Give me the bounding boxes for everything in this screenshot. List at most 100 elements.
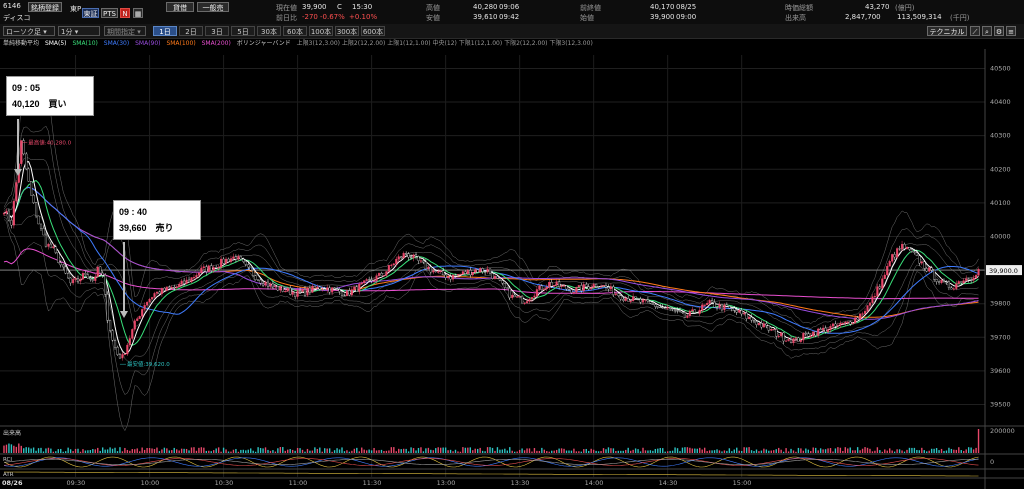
candle-body	[743, 312, 746, 315]
chart-icon[interactable]: ▦	[133, 8, 143, 18]
timeframe-600本[interactable]: 600本	[361, 26, 385, 36]
timeframe-1日[interactable]: 1日	[153, 26, 177, 36]
register-button[interactable]: 銘柄登録	[28, 2, 62, 12]
volume-bar	[309, 450, 311, 453]
candle-body	[871, 296, 874, 303]
timeframe-60本[interactable]: 60本	[283, 26, 307, 36]
candle-body	[582, 284, 585, 291]
period-select[interactable]: 期間指定 ▾	[104, 26, 146, 36]
volume-bar	[284, 450, 286, 453]
menu-icon[interactable]: ≡	[1006, 26, 1016, 36]
candle-body	[232, 256, 235, 259]
volume-bar	[50, 448, 52, 453]
volume-bar	[662, 448, 664, 453]
candle-body	[5, 210, 8, 214]
volume-bar	[797, 447, 800, 453]
timeframe-5日[interactable]: 5日	[231, 26, 255, 36]
candle-body	[496, 275, 499, 279]
volume-bar	[600, 451, 602, 453]
volume-bar	[15, 446, 18, 453]
candle-body	[824, 327, 827, 333]
candle-type-select[interactable]: ローソク足 ▾	[3, 26, 55, 36]
low-label: 安値	[426, 14, 440, 22]
candle-body	[938, 281, 941, 283]
volume-bar	[213, 450, 215, 453]
volume-bar	[427, 447, 430, 453]
settings-icon[interactable]: ⚙	[994, 26, 1004, 36]
candle-body	[306, 287, 309, 296]
timeframe-100本[interactable]: 100本	[309, 26, 333, 36]
candle-body	[2, 213, 6, 215]
mcap-unit: (億円)	[895, 4, 915, 12]
volume-bar	[452, 451, 454, 453]
timeframe-300本[interactable]: 300本	[335, 26, 359, 36]
candle-body	[481, 268, 484, 272]
margin-buy-button[interactable]: 貸借	[166, 2, 194, 12]
price-chart[interactable]: 4050040400403004020040100400003990039800…	[0, 49, 1024, 489]
candle-body	[94, 276, 97, 281]
candle-body	[530, 297, 534, 300]
timeframe-2日[interactable]: 2日	[179, 26, 203, 36]
candle-body	[165, 286, 168, 291]
candle-body	[365, 279, 368, 281]
candle-body	[560, 285, 563, 287]
current-time: 15:30	[352, 3, 373, 11]
volume-bar	[422, 451, 425, 453]
volume-bar	[225, 449, 227, 453]
tosho-button[interactable]: 東証	[82, 8, 99, 18]
volume-bar	[124, 447, 126, 453]
volume-bar	[247, 449, 249, 453]
volume-bar	[92, 449, 94, 453]
candle-body	[382, 275, 385, 277]
volume-bar	[893, 451, 896, 453]
volume-bar	[358, 451, 360, 453]
candle-body	[62, 264, 65, 268]
volume-bar	[277, 448, 279, 453]
volume-bar	[516, 451, 518, 453]
volume-bar	[546, 451, 548, 453]
technical-button[interactable]: テクニカル	[927, 26, 967, 36]
candle-body	[836, 325, 839, 327]
bb-legend-items: 上限3(12,3.00) 上限2(12,2.00) 上限1(12,1.00) 中…	[296, 40, 593, 47]
candle-body	[318, 286, 321, 290]
candle-body	[947, 281, 950, 288]
interval-select[interactable]: 1分 ▾	[58, 26, 100, 36]
volume-bar	[827, 448, 829, 453]
volume-bar	[782, 451, 785, 453]
candle-body	[960, 281, 963, 283]
candle-body	[442, 270, 445, 276]
candle-body	[849, 321, 852, 325]
candle-body	[363, 280, 366, 284]
timeframe-3日[interactable]: 3日	[205, 26, 229, 36]
prev-date: 08/25	[676, 3, 697, 11]
candle-body	[449, 276, 452, 280]
y-tick-label: 40500	[990, 64, 1011, 72]
candle-body	[523, 302, 526, 304]
candle-body	[284, 291, 287, 293]
volume-bar	[632, 449, 634, 453]
general-sell-button[interactable]: 一般売	[197, 2, 229, 12]
nikkei-button[interactable]: N	[120, 8, 130, 18]
volume-bar	[333, 450, 336, 453]
zoom-icon[interactable]: ⌕	[982, 26, 992, 36]
candle-body	[819, 328, 822, 331]
candle-body	[619, 295, 622, 300]
candle-body	[812, 331, 815, 337]
candle-body	[464, 271, 467, 274]
candle-body	[86, 274, 89, 279]
candle-body	[27, 168, 30, 182]
candle-body	[429, 266, 432, 273]
candle-body	[333, 287, 336, 289]
pts-button[interactable]: PTS	[101, 8, 118, 18]
volume-bar	[459, 451, 462, 453]
volume-bar	[296, 447, 299, 453]
volume-bar	[768, 450, 770, 453]
volume-bar	[3, 445, 5, 453]
volume-bar	[156, 447, 158, 453]
timeframe-30本[interactable]: 30本	[257, 26, 281, 36]
volume-bar	[765, 449, 768, 453]
candle-body	[57, 252, 60, 263]
volume-bar	[250, 448, 252, 453]
candle-body	[903, 244, 906, 249]
draw-icon[interactable]: ⟋	[970, 26, 980, 36]
